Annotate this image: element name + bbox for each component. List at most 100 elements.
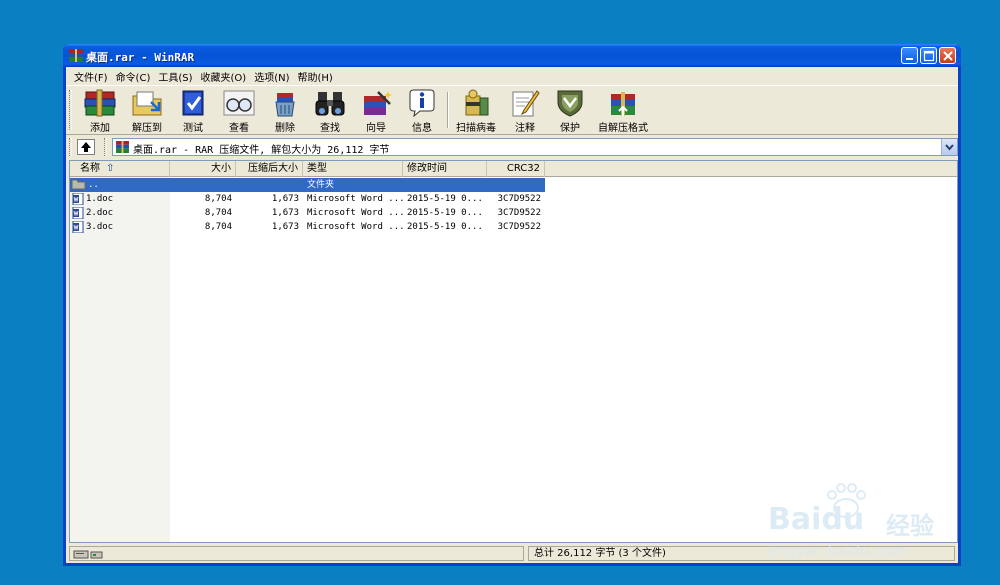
test-label: 测试 — [183, 123, 203, 134]
archive-icon — [116, 141, 129, 153]
menu-favorites[interactable]: 收藏夹(O) — [198, 69, 252, 84]
row-name: 3.doc — [86, 222, 114, 232]
info-icon — [409, 89, 435, 118]
test-book-icon — [182, 90, 204, 116]
comment-pencil-icon — [512, 90, 540, 117]
up-folder-button[interactable] — [77, 139, 95, 155]
extract-to-label: 解压到 — [132, 123, 162, 134]
binoculars-icon — [315, 92, 345, 116]
maximize-button[interactable] — [920, 47, 937, 64]
row-modified: 2015-5-19 0... — [407, 208, 483, 218]
add-button[interactable]: 添加 — [80, 88, 120, 134]
column-name[interactable]: 名称 ⇧ — [70, 161, 170, 177]
word-doc-icon — [72, 193, 84, 205]
column-packed[interactable]: 压缩后大小 — [236, 161, 303, 177]
column-header: 名称 ⇧ 大小 压缩后大小 类型 修改时间 CRC32 — [70, 161, 957, 177]
watermark-sub: 经验 — [886, 512, 934, 540]
virus-scan-icon — [465, 89, 489, 116]
menu-options[interactable]: 选项(N) — [251, 69, 294, 84]
address-dropdown-button[interactable] — [941, 139, 957, 155]
row-type: 文件夹 — [307, 180, 335, 190]
wizard-button[interactable]: 向导 — [355, 88, 397, 134]
folder-icon — [72, 179, 86, 190]
toolbar-separator — [447, 92, 449, 128]
view-button[interactable]: 查看 — [218, 88, 260, 134]
row-crc: 3C7D9522 — [497, 208, 541, 218]
find-button[interactable]: 查找 — [310, 88, 350, 134]
address-grip[interactable] — [69, 138, 72, 156]
row-type: Microsoft Word ... — [307, 194, 405, 204]
wizard-label: 向导 — [366, 123, 386, 134]
row-name: 2.doc — [86, 208, 114, 218]
toolbar: 添加 解压到 测试 查看 删除 查找 向导 信息 扫描病毒 注释 保护 自解压格… — [66, 85, 958, 135]
watermark-brand: Baidu — [768, 502, 865, 537]
column-modified[interactable]: 修改时间 — [403, 161, 487, 177]
column-size[interactable]: 大小 — [170, 161, 236, 177]
window-title: 桌面.rar - WinRAR — [86, 51, 195, 64]
protect-label: 保护 — [560, 123, 580, 134]
extract-to-button[interactable]: 解压到 — [126, 88, 168, 134]
find-label: 查找 — [320, 123, 340, 134]
maximize-icon — [923, 50, 935, 62]
table-row[interactable]: 1.doc 8,704 1,673 Microsoft Word ... 201… — [70, 192, 545, 206]
drive-icon[interactable] — [73, 548, 105, 560]
minimize-icon — [906, 58, 913, 60]
info-label: 信息 — [412, 123, 432, 134]
chevron-down-icon — [945, 144, 954, 151]
menu-bar: 文件(F) 命令(C) 工具(S) 收藏夹(O) 选项(N) 帮助(H) — [66, 67, 958, 85]
delete-label: 删除 — [275, 123, 295, 134]
table-row-parent[interactable]: .. 文件夹 — [70, 178, 545, 192]
row-crc: 3C7D9522 — [497, 222, 541, 232]
scan-virus-button[interactable]: 扫描病毒 — [452, 88, 500, 134]
view-label: 查看 — [229, 123, 249, 134]
up-arrow-icon — [81, 142, 91, 152]
add-label: 添加 — [90, 123, 110, 134]
menu-file[interactable]: 文件(F) — [71, 69, 113, 84]
scan-virus-label: 扫描病毒 — [456, 123, 496, 134]
view-glasses-icon — [223, 90, 255, 116]
address-grip-2[interactable] — [104, 138, 107, 156]
word-doc-icon — [72, 221, 84, 233]
menu-help[interactable]: 帮助(H) — [295, 69, 338, 84]
address-field[interactable]: 桌面.rar - RAR 压缩文件, 解包大小为 26,112 字节 — [112, 138, 958, 156]
row-packed: 1,673 — [271, 194, 299, 204]
close-icon — [943, 51, 953, 61]
row-size: 8,704 — [204, 222, 232, 232]
delete-bin-icon — [275, 93, 295, 117]
toolbar-grip[interactable] — [69, 90, 72, 130]
column-type[interactable]: 类型 — [303, 161, 403, 177]
sfx-button[interactable]: 自解压格式 — [595, 88, 651, 134]
address-bar: 桌面.rar - RAR 压缩文件, 解包大小为 26,112 字节 — [66, 136, 958, 158]
table-row[interactable]: 2.doc 8,704 1,673 Microsoft Word ... 201… — [70, 206, 545, 220]
comment-button[interactable]: 注释 — [505, 88, 545, 134]
menu-commands[interactable]: 命令(C) — [113, 69, 156, 84]
books-add-icon — [84, 89, 116, 117]
address-text: 桌面.rar - RAR 压缩文件, 解包大小为 26,112 字节 — [133, 145, 390, 156]
row-crc: 3C7D9522 — [497, 194, 541, 204]
sfx-label: 自解压格式 — [598, 123, 648, 134]
info-button[interactable]: 信息 — [402, 88, 442, 134]
row-name: 1.doc — [86, 194, 114, 204]
status-left-panel — [69, 546, 524, 561]
table-row[interactable]: 3.doc 8,704 1,673 Microsoft Word ... 201… — [70, 220, 545, 234]
wizard-icon — [364, 91, 392, 115]
protect-button[interactable]: 保护 — [550, 88, 590, 134]
row-type: Microsoft Word ... — [307, 222, 405, 232]
column-name-label: 名称 — [80, 163, 100, 174]
test-button[interactable]: 测试 — [173, 88, 213, 134]
title-bar[interactable]: 桌面.rar - WinRAR — [63, 44, 961, 67]
comment-label: 注释 — [515, 123, 535, 134]
sort-ascending-icon: ⇧ — [106, 163, 115, 174]
row-size: 8,704 — [204, 208, 232, 218]
close-button[interactable] — [939, 47, 956, 64]
minimize-button[interactable] — [901, 47, 918, 64]
baidu-watermark: Baidu 经验 jingyan.baidu.com — [768, 480, 958, 560]
watermark-url: jingyan.baidu.com — [768, 542, 907, 560]
shield-icon — [557, 90, 583, 117]
row-size: 8,704 — [204, 194, 232, 204]
menu-tools[interactable]: 工具(S) — [155, 69, 197, 84]
word-doc-icon — [72, 207, 84, 219]
row-type: Microsoft Word ... — [307, 208, 405, 218]
column-crc[interactable]: CRC32 — [487, 161, 545, 177]
delete-button[interactable]: 删除 — [265, 88, 305, 134]
